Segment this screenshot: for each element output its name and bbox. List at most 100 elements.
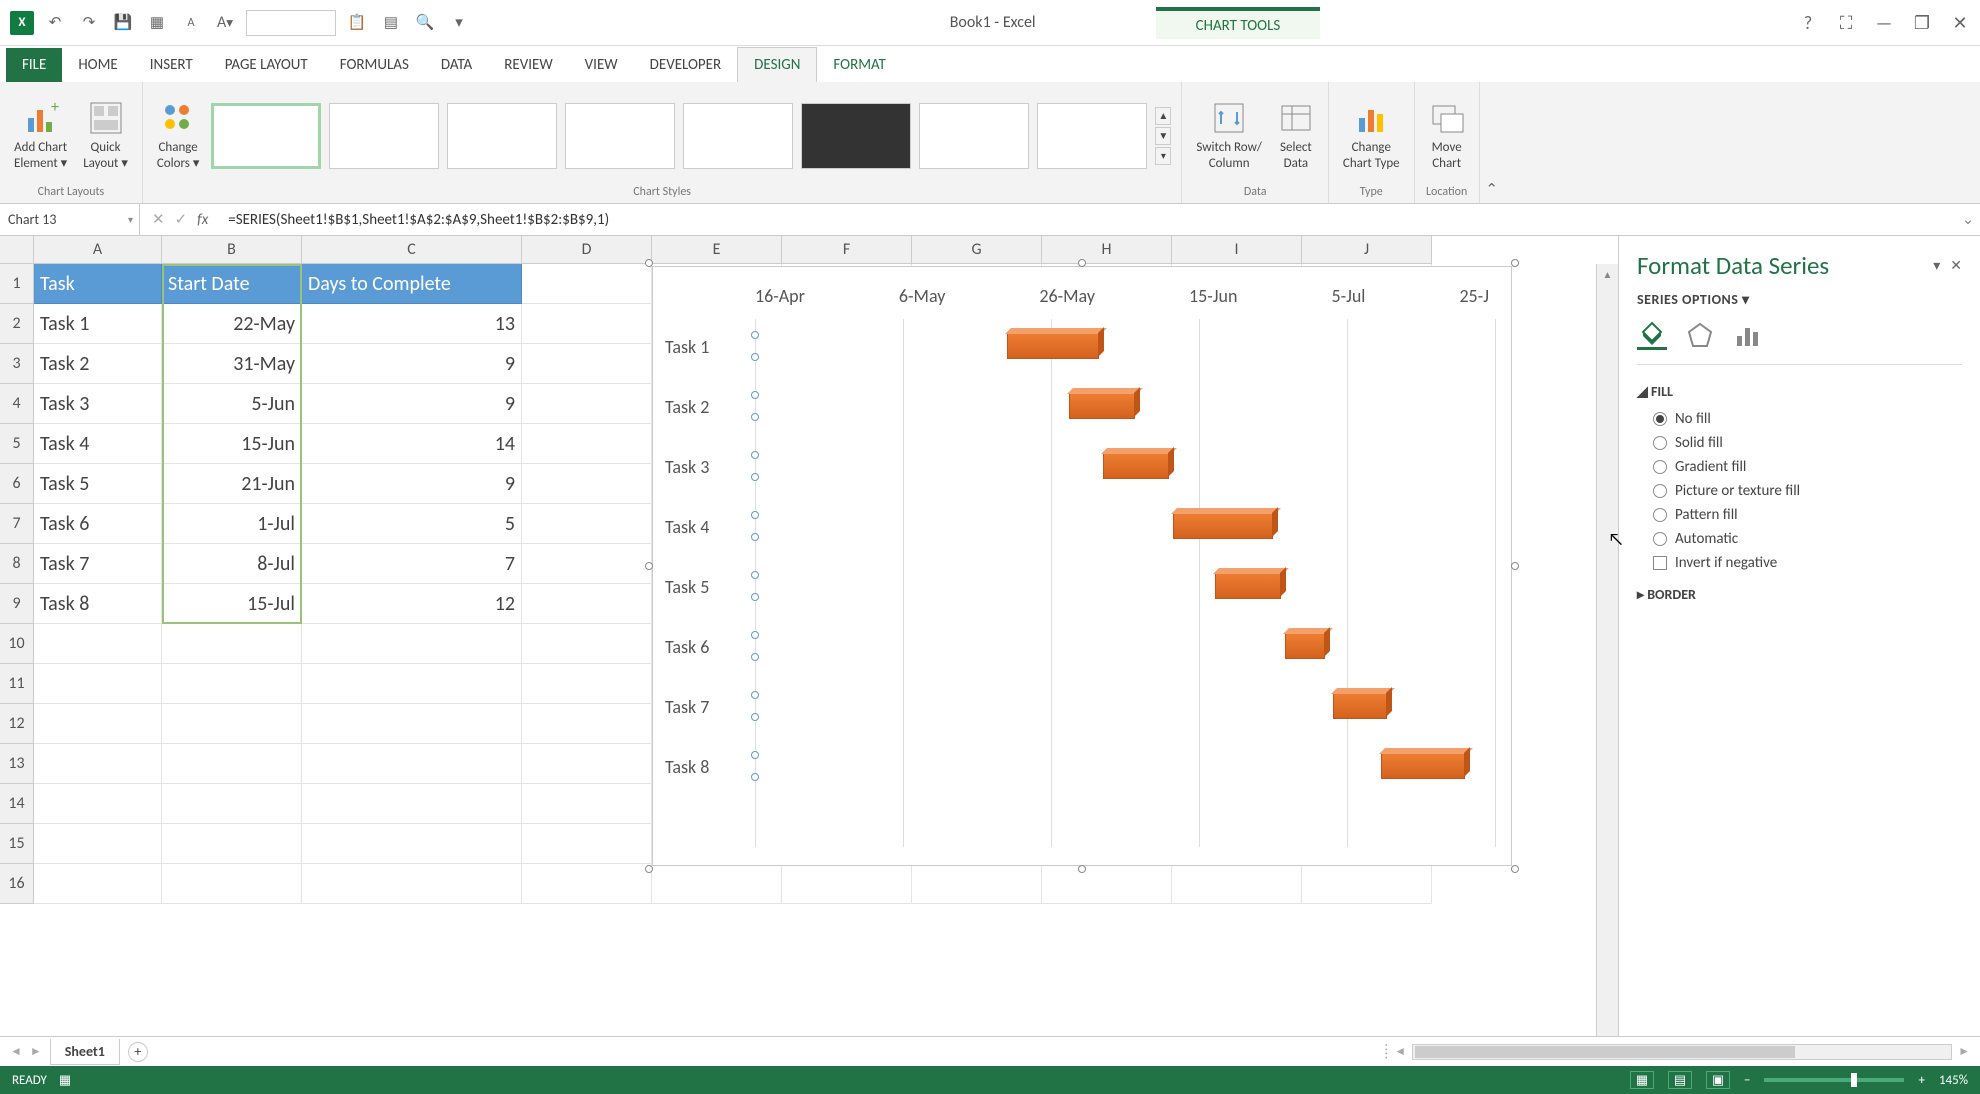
- format-pane-options[interactable]: ▾: [1933, 257, 1940, 274]
- cell-empty[interactable]: [302, 824, 522, 864]
- help-button[interactable]: ?: [1798, 13, 1818, 33]
- worksheet-area[interactable]: ABCDEFGHIJ1 Task Start Date Days to Comp…: [0, 236, 1618, 1036]
- page-layout-view-button[interactable]: ▤: [1668, 1071, 1692, 1089]
- cell-A6[interactable]: Task 5: [34, 464, 162, 504]
- row-header-15[interactable]: 15: [0, 824, 34, 864]
- cell-empty[interactable]: [162, 624, 302, 664]
- row-header-1[interactable]: 1: [0, 264, 34, 304]
- row-header-7[interactable]: 7: [0, 504, 34, 544]
- cell-empty[interactable]: [302, 624, 522, 664]
- chart-style-5[interactable]: [683, 103, 793, 169]
- qa-btn-preview[interactable]: 🔍: [412, 10, 438, 36]
- cell-empty[interactable]: [34, 624, 162, 664]
- cell-A2[interactable]: Task 1: [34, 304, 162, 344]
- chart-plot-area[interactable]: Task 1 Task 2 Task 3 Task 4: [665, 319, 1489, 847]
- tab-page-layout[interactable]: PAGE LAYOUT: [209, 48, 324, 82]
- cell-B8[interactable]: 8-Jul: [162, 544, 302, 584]
- series-selection-handle[interactable]: [751, 473, 759, 481]
- col-header-A[interactable]: A: [34, 236, 162, 264]
- cell-B1[interactable]: Start Date: [162, 264, 302, 304]
- cell-empty[interactable]: [522, 504, 652, 544]
- add-chart-element-button[interactable]: + Add Chart Element ▾: [10, 96, 71, 175]
- cell-C7[interactable]: 5: [302, 504, 522, 544]
- row-header-2[interactable]: 2: [0, 304, 34, 344]
- chart-style-8[interactable]: [1037, 103, 1147, 169]
- hscroll-right[interactable]: ►: [1958, 1044, 1970, 1059]
- cell-empty[interactable]: [522, 584, 652, 624]
- sheet-tab-1[interactable]: Sheet1: [50, 1039, 120, 1065]
- quick-layout-button[interactable]: Quick Layout ▾: [79, 96, 132, 175]
- restore-button[interactable]: ❐: [1912, 13, 1932, 33]
- cell-empty[interactable]: [912, 864, 1042, 904]
- series-selection-handle[interactable]: [751, 533, 759, 541]
- effects-icon[interactable]: [1685, 320, 1715, 350]
- cell-empty[interactable]: [34, 744, 162, 784]
- cell-A1[interactable]: Task: [34, 264, 162, 304]
- series-options-icon[interactable]: [1733, 320, 1763, 350]
- cell-C1[interactable]: Days to Complete: [302, 264, 522, 304]
- gantt-bar[interactable]: [1381, 753, 1465, 779]
- cell-empty[interactable]: [34, 864, 162, 904]
- row-header-16[interactable]: 16: [0, 864, 34, 904]
- close-button[interactable]: ✕: [1950, 13, 1970, 33]
- row-header-9[interactable]: 9: [0, 584, 34, 624]
- border-section-header[interactable]: ▸ BORDER: [1637, 586, 1962, 603]
- cell-empty[interactable]: [522, 304, 652, 344]
- cell-empty[interactable]: [302, 744, 522, 784]
- row-header-5[interactable]: 5: [0, 424, 34, 464]
- fill-option-pattern[interactable]: Pattern fill: [1653, 506, 1962, 524]
- qa-dropdown[interactable]: [246, 10, 336, 36]
- macro-record-icon[interactable]: ▦: [59, 1073, 71, 1088]
- cell-C6[interactable]: 9: [302, 464, 522, 504]
- style-gallery-more[interactable]: ▾: [1155, 147, 1171, 165]
- cell-empty[interactable]: [162, 824, 302, 864]
- cell-empty[interactable]: [522, 744, 652, 784]
- cell-empty[interactable]: [162, 744, 302, 784]
- col-header-C[interactable]: C: [302, 236, 522, 264]
- font-size-increase[interactable]: A▾: [212, 10, 238, 36]
- cell-B6[interactable]: 21-Jun: [162, 464, 302, 504]
- cell-empty[interactable]: [522, 464, 652, 504]
- series-selection-handle[interactable]: [751, 353, 759, 361]
- cell-empty[interactable]: [162, 704, 302, 744]
- select-data-button[interactable]: Select Data: [1274, 96, 1318, 175]
- style-scroll-down[interactable]: ▼: [1155, 127, 1171, 145]
- cell-empty[interactable]: [522, 264, 652, 304]
- qa-btn-more[interactable]: ▾: [446, 10, 472, 36]
- tab-data[interactable]: DATA: [425, 48, 488, 82]
- cell-B2[interactable]: 22-May: [162, 304, 302, 344]
- series-selection-handle[interactable]: [751, 413, 759, 421]
- sheet-nav-next[interactable]: ►: [30, 1044, 42, 1059]
- tab-file[interactable]: FILE: [6, 48, 62, 82]
- col-header-B[interactable]: B: [162, 236, 302, 264]
- cell-B3[interactable]: 31-May: [162, 344, 302, 384]
- row-header-11[interactable]: 11: [0, 664, 34, 704]
- cell-empty[interactable]: [522, 544, 652, 584]
- qa-btn-4[interactable]: ▦: [144, 10, 170, 36]
- zoom-in-button[interactable]: +: [1918, 1073, 1924, 1088]
- minimize-button[interactable]: —: [1874, 13, 1894, 33]
- gantt-bar[interactable]: [1333, 693, 1387, 719]
- cell-empty[interactable]: [34, 824, 162, 864]
- cell-empty[interactable]: [302, 664, 522, 704]
- row-header-10[interactable]: 10: [0, 624, 34, 664]
- change-chart-type-button[interactable]: Change Chart Type: [1339, 96, 1404, 175]
- cell-empty[interactable]: [522, 624, 652, 664]
- tab-format[interactable]: FORMAT: [817, 48, 901, 82]
- style-scroll-up[interactable]: ▲: [1155, 107, 1171, 125]
- col-header-J[interactable]: J: [1302, 236, 1432, 264]
- cell-empty[interactable]: [162, 664, 302, 704]
- move-chart-button[interactable]: Move Chart: [1425, 96, 1469, 175]
- chart-style-1[interactable]: [211, 103, 321, 169]
- row-header-4[interactable]: 4: [0, 384, 34, 424]
- gantt-bar[interactable]: [1173, 513, 1273, 539]
- cell-empty[interactable]: [522, 344, 652, 384]
- cell-empty[interactable]: [302, 864, 522, 904]
- zoom-slider[interactable]: [1764, 1078, 1904, 1082]
- series-selection-handle[interactable]: [751, 691, 759, 699]
- cell-A7[interactable]: Task 6: [34, 504, 162, 544]
- change-colors-button[interactable]: Change Colors ▾: [153, 96, 204, 175]
- series-selection-handle[interactable]: [751, 631, 759, 639]
- name-box[interactable]: Chart 13: [0, 204, 140, 235]
- save-button[interactable]: 💾: [110, 10, 136, 36]
